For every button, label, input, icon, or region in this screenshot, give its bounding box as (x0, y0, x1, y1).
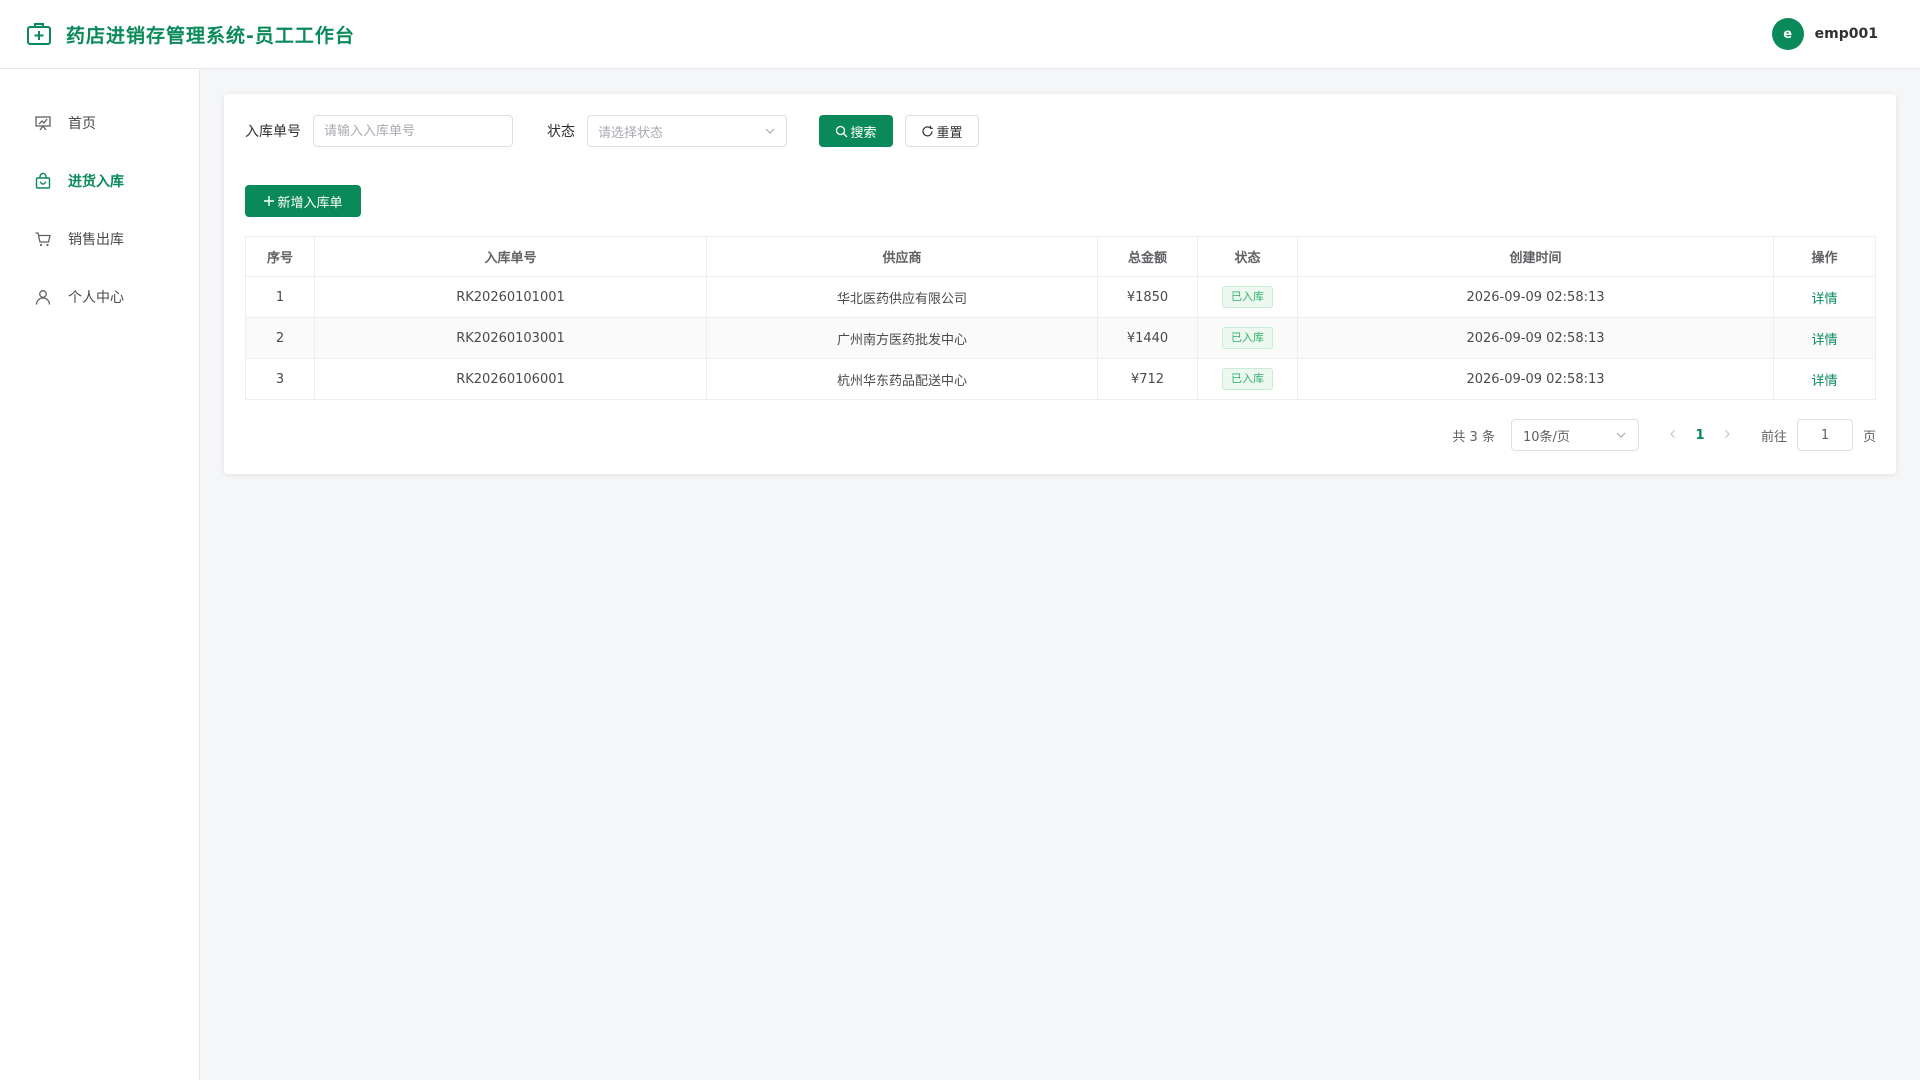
detail-link[interactable]: 详情 (1811, 333, 1837, 348)
order-no-label: 入库单号 (245, 124, 301, 140)
add-inbound-order-button[interactable]: 新增入库单 (245, 185, 361, 217)
cell-created-at: 2026-09-09 02:58:13 (1297, 276, 1774, 318)
cart-icon (34, 230, 52, 248)
cell-order-no: RK20260101001 (314, 276, 707, 318)
jump-unit: 页 (1862, 429, 1876, 445)
column-header-actions: 操作 (1773, 236, 1876, 277)
status-select[interactable]: 请选择状态 (587, 115, 787, 147)
cell-actions: 详情 (1773, 276, 1876, 318)
cell-created-at: 2026-09-09 02:58:13 (1297, 358, 1774, 400)
sidebar-item-sales-outbound[interactable]: 销售出库 (0, 210, 199, 268)
next-page-button[interactable] (1717, 428, 1737, 443)
sidebar-item-purchase-inbound[interactable]: 进货入库 (0, 152, 199, 210)
chevron-right-icon (1725, 429, 1730, 438)
cell-actions: 详情 (1773, 358, 1876, 400)
status-badge: 已入库 (1222, 327, 1273, 349)
cell-status: 已入库 (1197, 317, 1298, 359)
sidebar: 首页 进货入库 销售出库 个人中心 (0, 69, 200, 1080)
cell-amount: ¥1850 (1097, 276, 1198, 318)
shopping-bag-icon (34, 172, 52, 190)
search-icon (836, 125, 848, 137)
pagination: 共 3 条 10条/页 1 前往 页 (1452, 419, 1876, 451)
sidebar-menu: 首页 进货入库 销售出库 个人中心 (0, 69, 199, 326)
reset-button[interactable]: 重置 (905, 115, 979, 147)
pagination-total: 共 3 条 (1452, 429, 1495, 445)
search-button[interactable]: 搜索 (819, 115, 893, 147)
page-number-current[interactable]: 1 (1683, 428, 1717, 443)
chevron-down-icon (765, 128, 775, 134)
column-header-status: 状态 (1197, 236, 1298, 277)
column-header-index: 序号 (245, 236, 315, 277)
reset-button-label: 重置 (936, 125, 963, 141)
status-badge: 已入库 (1222, 368, 1273, 390)
table-row: 2 RK20260103001 广州南方医药批发中心 ¥1440 已入库 202… (245, 317, 1876, 359)
status-badge: 已入库 (1222, 286, 1273, 308)
username[interactable]: emp001 (1815, 26, 1878, 42)
chevron-left-icon (1670, 429, 1675, 438)
app-title: 药店进销存管理系统-员工工作台 (66, 24, 355, 47)
jump-page-input[interactable] (1796, 419, 1853, 451)
prev-page-button[interactable] (1663, 428, 1683, 443)
cell-supplier: 华北医药供应有限公司 (706, 276, 1098, 318)
brand: 药店进销存管理系统-员工工作台 (26, 21, 355, 48)
column-header-amount: 总金额 (1097, 236, 1198, 277)
cell-amount: ¥1440 (1097, 317, 1198, 359)
sidebar-item-profile[interactable]: 个人中心 (0, 268, 199, 326)
column-header-supplier: 供应商 (706, 236, 1098, 277)
plus-icon (264, 196, 275, 206)
cell-order-no: RK20260103001 (314, 317, 707, 359)
sidebar-item-label: 进货入库 (68, 174, 124, 190)
chevron-down-icon (1616, 432, 1626, 438)
cell-order-no: RK20260106001 (314, 358, 707, 400)
column-header-created-at: 创建时间 (1297, 236, 1774, 277)
search-button-label: 搜索 (850, 125, 877, 141)
jump-label: 前往 (1760, 429, 1787, 445)
page-size-value: 10条/页 (1522, 429, 1570, 445)
sidebar-item-label: 个人中心 (68, 290, 124, 306)
monitor-chart-icon (34, 114, 52, 132)
cell-actions: 详情 (1773, 317, 1876, 359)
cell-index: 2 (245, 317, 315, 359)
cell-status: 已入库 (1197, 276, 1298, 318)
avatar[interactable]: e (1771, 18, 1804, 50)
main-card: 入库单号 状态 请选择状态 搜索 重置 新增入库单 序号 入库单号 供应商 (224, 94, 1896, 474)
cell-amount: ¥712 (1097, 358, 1198, 400)
status-label: 状态 (547, 124, 575, 140)
search-form: 入库单号 状态 请选择状态 搜索 重置 (245, 115, 979, 147)
cell-status: 已入库 (1197, 358, 1298, 400)
table-row: 3 RK20260106001 杭州华东药品配送中心 ¥712 已入库 2026… (245, 358, 1876, 400)
sidebar-item-label: 销售出库 (68, 232, 124, 248)
cell-created-at: 2026-09-09 02:58:13 (1297, 317, 1774, 359)
detail-link[interactable]: 详情 (1811, 374, 1837, 389)
sidebar-item-label: 首页 (68, 116, 96, 132)
cell-supplier: 广州南方医药批发中心 (706, 317, 1098, 359)
status-select-placeholder: 请选择状态 (598, 125, 664, 141)
detail-link[interactable]: 详情 (1811, 292, 1837, 307)
top-header: 药店进销存管理系统-员工工作台 e emp001 (0, 0, 1920, 69)
table-header-row: 序号 入库单号 供应商 总金额 状态 创建时间 操作 (245, 236, 1876, 277)
page-size-select[interactable]: 10条/页 (1510, 419, 1639, 451)
cell-index: 1 (245, 276, 315, 318)
table-row: 1 RK20260101001 华北医药供应有限公司 ¥1850 已入库 202… (245, 276, 1876, 318)
cell-supplier: 杭州华东药品配送中心 (706, 358, 1098, 400)
refresh-icon (922, 125, 934, 136)
user-menu[interactable]: e emp001 (1771, 18, 1878, 50)
sidebar-item-home[interactable]: 首页 (0, 94, 199, 152)
add-button-label: 新增入库单 (277, 195, 343, 211)
inbound-order-table: 序号 入库单号 供应商 总金额 状态 创建时间 操作 1 RK202601010… (245, 236, 1876, 400)
user-icon (34, 288, 52, 306)
cell-index: 3 (245, 358, 315, 400)
order-no-input[interactable] (313, 115, 513, 147)
column-header-order-no: 入库单号 (314, 236, 707, 277)
medical-kit-icon (27, 23, 51, 45)
